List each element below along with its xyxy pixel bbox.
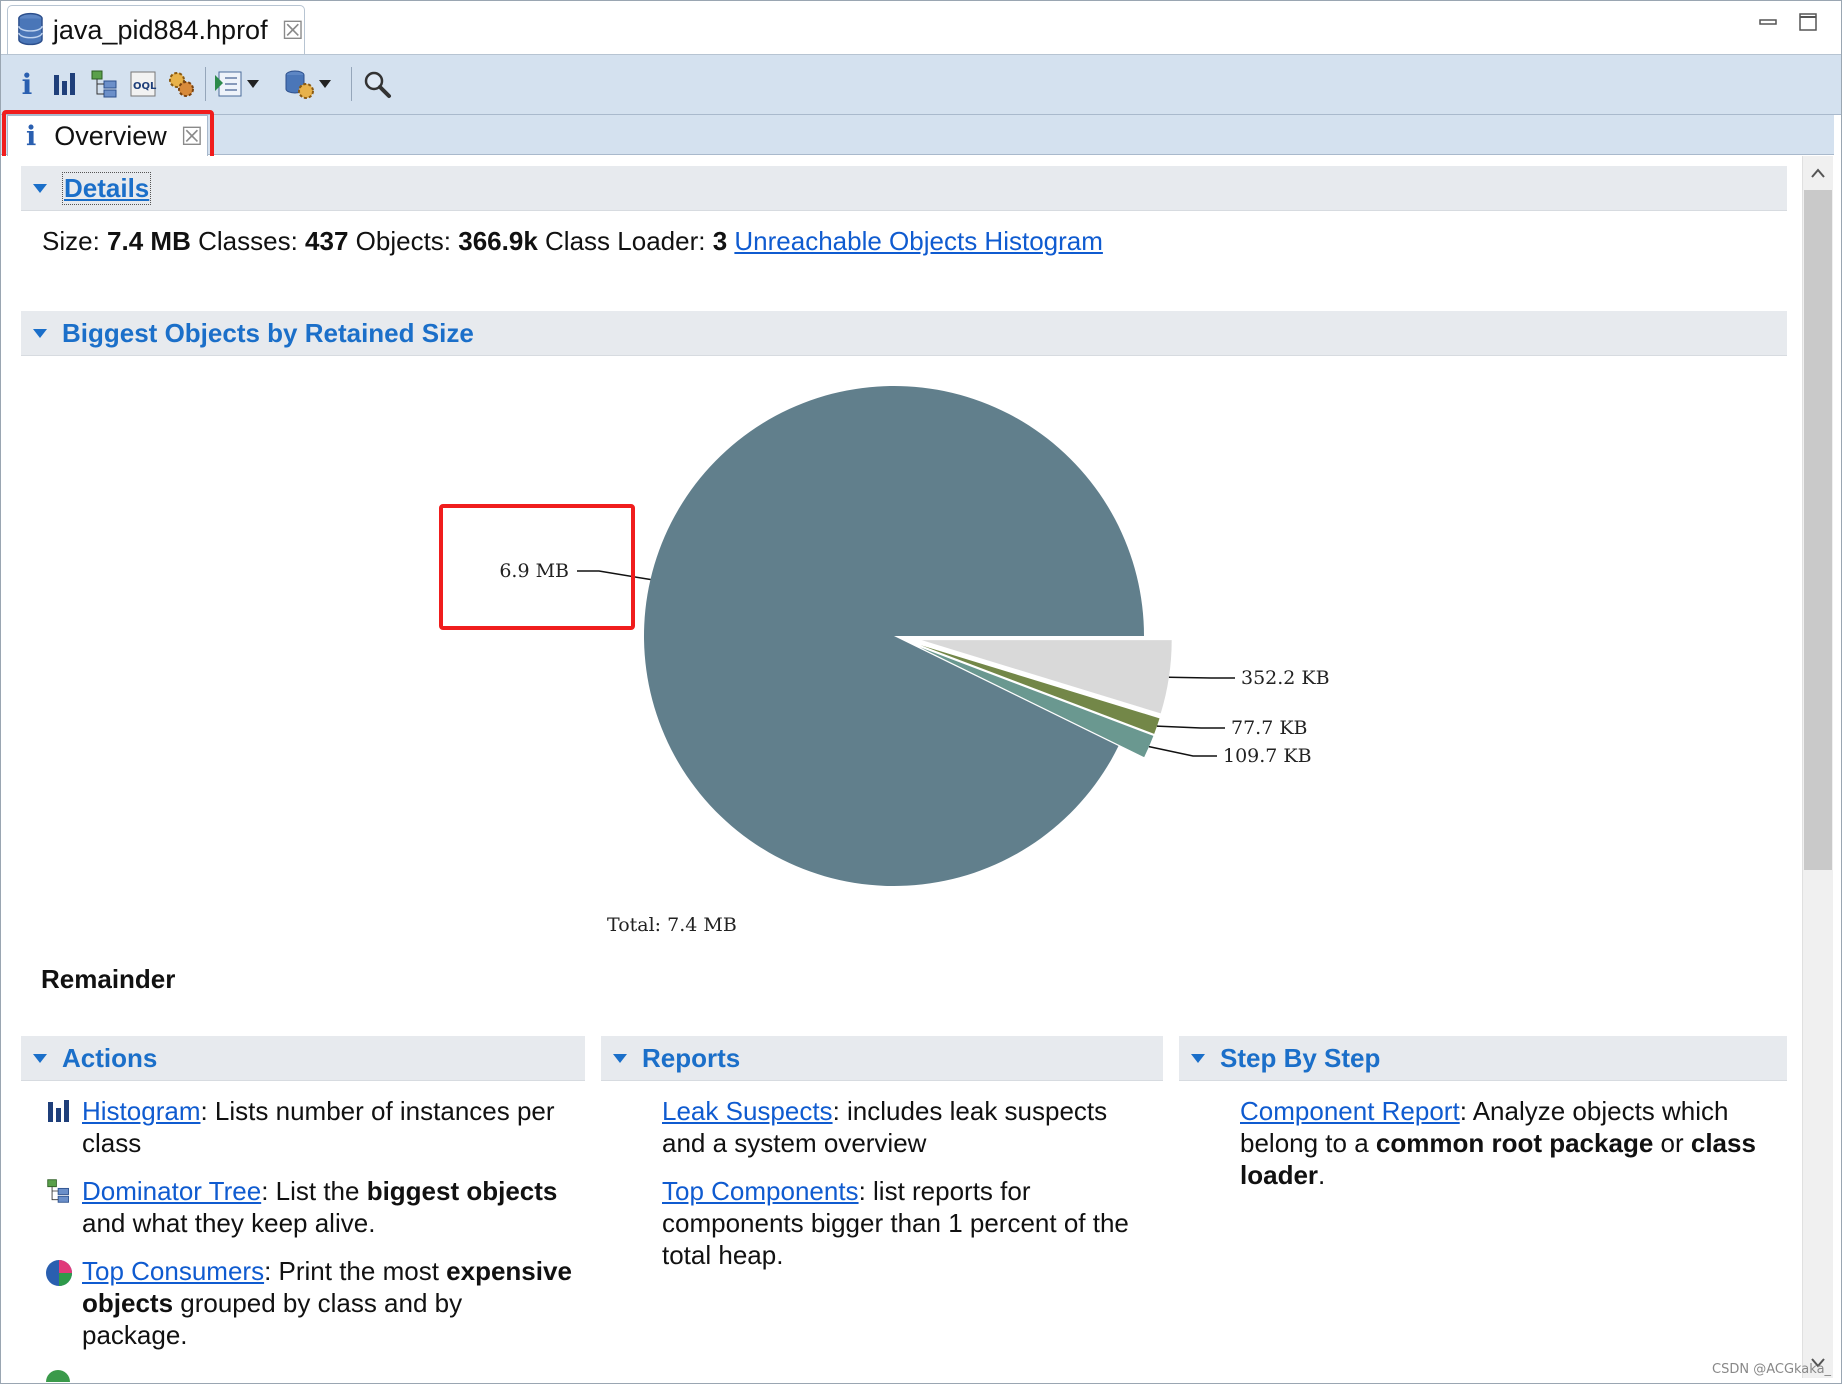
highlight-box-largest-slice-label [439,504,635,630]
top-consumers-icon [46,1260,72,1286]
scrollbar-thumb[interactable] [1804,190,1832,870]
search-icon[interactable] [359,65,395,103]
histogram-icon[interactable] [47,65,83,103]
consumers-text-1: : Print the most [264,1256,447,1286]
remainder-label: Remainder [41,964,176,994]
pie-leader-line [1156,725,1225,729]
run-report-icon[interactable] [281,65,317,103]
dominator-tree-icon[interactable] [87,65,123,103]
dominator-text-2: and what they keep alive. [82,1208,376,1238]
report-leak-suspects: Leak Suspects: includes leak suspects an… [662,1095,1132,1159]
scroll-up-icon[interactable] [1811,168,1825,178]
report-top-components: Top Components: list reports for compone… [662,1175,1132,1271]
component-text-3: . [1318,1160,1326,1190]
pie-leader-line [1168,676,1235,679]
pie-slice-label: 77.7 KB [1231,717,1308,739]
toolbar: i OQL [1,55,1841,115]
svg-text:OQL: OQL [133,81,157,92]
editor-tab-strip: java_pid884.hprof ☒ [1,1,1841,55]
close-icon[interactable]: ☒ [282,16,304,45]
top-consumers-link[interactable]: Top Consumers [82,1256,264,1286]
dominator-tree-icon [47,1179,69,1203]
chevron-down-icon[interactable] [245,65,261,103]
section-header-actions[interactable]: Actions [21,1036,585,1081]
maximize-icon[interactable] [1797,11,1819,33]
section-title-reports: Reports [642,1042,741,1073]
action-top-consumers: Top Consumers: Print the most expensive … [82,1255,572,1351]
overview-content: Details Size: 7.4 MB Classes: 437 Object… [1,156,1801,1382]
collapse-triangle-icon[interactable] [1191,1053,1205,1063]
editor-tab-label: java_pid884.hprof [52,14,268,45]
vertical-scrollbar[interactable] [1802,156,1833,1378]
chevron-down-icon[interactable] [317,65,333,103]
watermark: CSDN @ACGkaka_ [1712,1362,1832,1377]
pie-leader-line [1148,745,1217,757]
component-report-link[interactable]: Component Report [1240,1096,1460,1126]
section-header-step-by-step[interactable]: Step By Step [1179,1036,1787,1081]
query-browser-icon[interactable] [211,65,247,103]
histogram-icon [48,1100,69,1122]
section-title-actions: Actions [62,1042,158,1073]
pie-total-label: Total: 7.4 MB [607,914,737,936]
pie-slice-label: 109.7 KB [1223,745,1312,767]
step-component-report: Component Report: Analyze objects which … [1240,1095,1770,1191]
top-components-link[interactable]: Top Components [662,1176,859,1206]
collapse-triangle-icon[interactable] [613,1053,627,1063]
action-dominator-tree: Dominator Tree: List the biggest objects… [82,1175,572,1239]
collapse-triangle-icon[interactable] [33,1053,47,1063]
view-tab-strip: i Overview ☒ [1,115,1834,157]
component-text-2: or [1653,1128,1691,1158]
dominator-tree-link[interactable]: Dominator Tree [82,1176,261,1206]
histogram-link[interactable]: Histogram [82,1096,200,1126]
section-title-step-by-step: Step By Step [1220,1042,1381,1073]
section-header-reports[interactable]: Reports [601,1036,1163,1081]
minimize-icon[interactable] [1757,11,1779,33]
dominator-text-1: : List the [261,1176,367,1206]
duplicate-classes-icon [46,1370,70,1382]
leak-suspects-link[interactable]: Leak Suspects [662,1096,833,1126]
editor-tab-heap-dump[interactable]: java_pid884.hprof ☒ [7,5,305,54]
biggest-objects-pie-chart: 6.9 MB352.2 KB77.7 KB109.7 KBTotal: 7.4 … [499,386,1330,936]
database-icon [18,12,43,46]
pie-slice[interactable] [644,386,1144,887]
info-icon[interactable]: i [9,65,45,103]
component-text-bold-1: common root package [1375,1128,1654,1158]
pie-slice-label: 352.2 KB [1241,667,1330,689]
heap-dump-overview-icon[interactable] [163,65,199,103]
action-histogram: Histogram: Lists number of instances per… [82,1095,572,1159]
dominator-text-bold: biggest objects [366,1176,558,1206]
oql-icon[interactable]: OQL [125,65,161,103]
